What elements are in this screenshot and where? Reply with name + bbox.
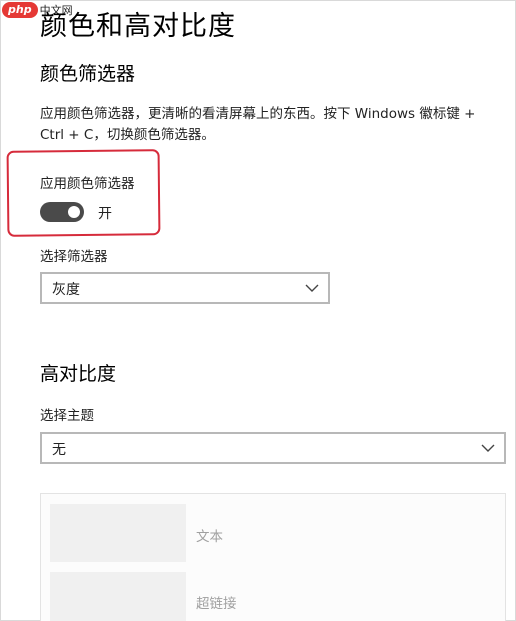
toggle-knob bbox=[68, 206, 80, 218]
select-filter-label: 选择筛选器 bbox=[40, 249, 108, 265]
theme-dropdown[interactable]: 无 bbox=[40, 432, 506, 464]
filter-dropdown-value: 灰度 bbox=[52, 282, 80, 298]
color-filter-description: 应用颜色筛选器，更清晰的看清屏幕上的东西。按下 Windows 徽标键 + Ct… bbox=[40, 106, 476, 143]
theme-dropdown-value: 无 bbox=[52, 442, 66, 458]
preview-text-label: 文本 bbox=[196, 529, 223, 545]
text-color-swatch[interactable] bbox=[50, 504, 186, 562]
filter-dropdown[interactable]: 灰度 bbox=[40, 272, 330, 304]
watermark-logo: php bbox=[2, 2, 38, 18]
page-title: 颜色和高对比度 bbox=[40, 11, 236, 42]
chevron-down-icon bbox=[481, 444, 495, 452]
select-theme-label: 选择主题 bbox=[40, 408, 94, 424]
chevron-down-icon bbox=[305, 284, 319, 292]
toggle-state-label: 开 bbox=[98, 206, 112, 222]
preview-hyperlink-label: 超链接 bbox=[196, 596, 237, 612]
hyperlink-color-swatch[interactable] bbox=[50, 572, 186, 621]
apply-color-filter-toggle[interactable] bbox=[40, 202, 84, 222]
color-filter-heading: 颜色筛选器 bbox=[40, 63, 136, 85]
annotation-highlight bbox=[6, 149, 161, 237]
apply-filter-label: 应用颜色筛选器 bbox=[40, 176, 135, 192]
high-contrast-heading: 高对比度 bbox=[40, 363, 117, 385]
